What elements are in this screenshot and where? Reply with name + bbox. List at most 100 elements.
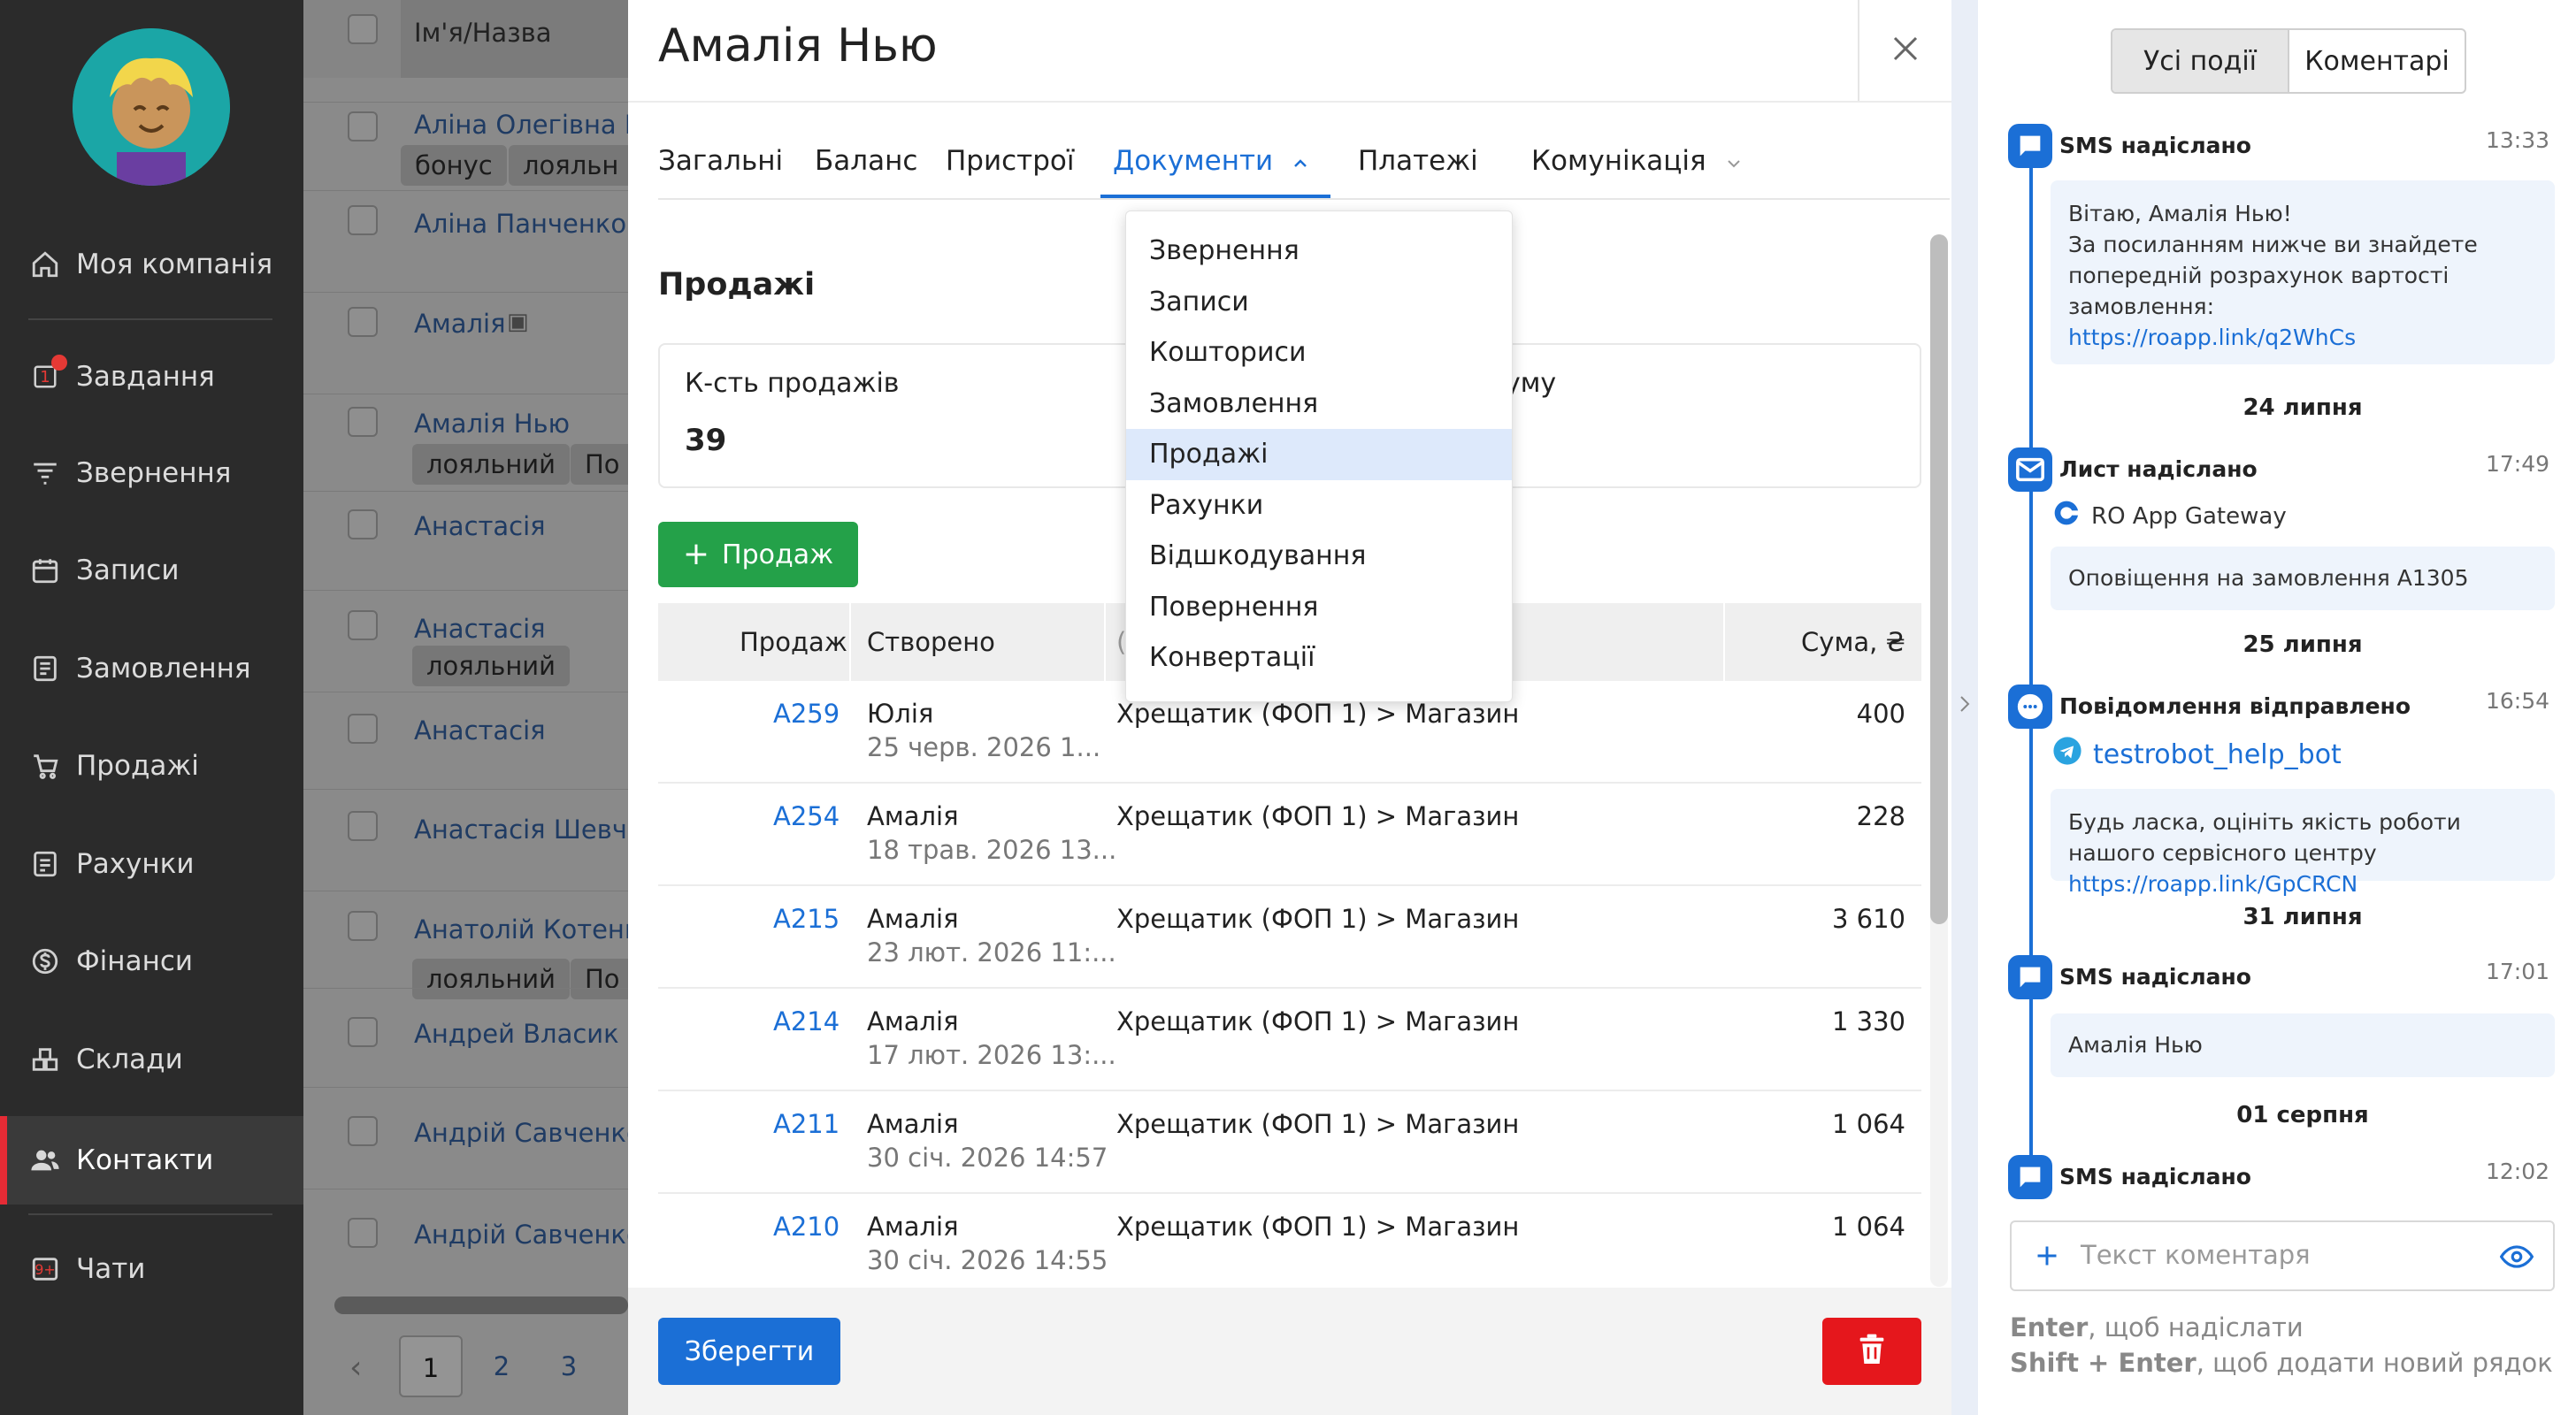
list-item[interactable]: Анастасія [303,692,628,789]
hint-send: Enter, щоб надіслати [2010,1312,2304,1342]
list-item[interactable]: Аліна Панченко [303,190,628,292]
sale-id-link[interactable]: A259 [773,699,840,729]
date-separator: 01 серпня [2236,1102,2369,1128]
chevron-up-icon [1292,145,1308,177]
list-item[interactable]: Анастасія Шевче [303,789,628,891]
sidebar-item-label: Замовлення [76,653,251,685]
tab-documents[interactable]: Документи [1113,145,1308,177]
sale-id-link[interactable]: A210 [773,1212,840,1242]
sale-sum: 3 610 [1831,904,1905,934]
list-item[interactable]: Аліна Олегівна П бонус лояльн [303,102,628,190]
sidebar-item-chats[interactable]: 9+ Чати [0,1229,303,1309]
sale-id-link[interactable]: A254 [773,801,840,831]
filter-all-events[interactable]: Усі події [2112,30,2289,92]
table-row[interactable]: A210 Амалія 30 січ. 2026 14:55 Хрещатик … [658,1194,1921,1296]
sidebar-item-orders[interactable]: Замовлення [0,629,303,708]
tab-balance[interactable]: Баланс [815,145,917,177]
dropdown-item-orders[interactable]: Замовлення [1126,379,1512,430]
event-title: SMS надіслано [2059,964,2251,990]
tab-general[interactable]: Загальні [658,145,783,177]
dropdown-item-returns[interactable]: Повернення [1126,582,1512,633]
table-row[interactable]: A215 Амалія 23 лют. 2026 11:... Хрещатик… [658,886,1921,989]
sale-id-link[interactable]: A214 [773,1006,840,1036]
dropdown-item-invoices[interactable]: Рахунки [1126,480,1512,532]
documents-dropdown: Звернення Записи Кошториси Замовлення Пр… [1125,210,1513,702]
table-row[interactable]: A211 Амалія 30 січ. 2026 14:57 Хрещатик … [658,1091,1921,1194]
user-avatar[interactable] [73,28,230,186]
sidebar-item-finance[interactable]: Фінанси [0,922,303,1001]
dropdown-item-sales[interactable]: Продажі [1126,429,1512,480]
sidebar-item-requests[interactable]: Звернення [0,433,303,513]
sidebar-item-label: Звернення [76,457,232,489]
pagination-page-2[interactable]: 2 [475,1335,528,1397]
chevron-down-icon [1726,145,1742,177]
column-header-created[interactable]: Створено [867,603,995,681]
chat-badge: 9+ [34,1260,56,1278]
briefcase-icon: ▣ [507,309,529,335]
divider [28,1213,272,1215]
dropdown-item-requests[interactable]: Звернення [1126,226,1512,277]
sidebar-item-warehouses[interactable]: Склади [0,1020,303,1099]
pagination-page-1[interactable]: 1 [399,1335,463,1397]
divider [28,318,272,320]
sidebar-item-appointments[interactable]: Записи [0,531,303,610]
add-sale-button[interactable]: + Продаж [658,522,858,587]
date-separator: 24 липня [2242,394,2363,421]
table-row[interactable]: A254 Амалія 18 трав. 2026 13... Хрещатик… [658,784,1921,886]
sidebar-item-sales[interactable]: Продажі [0,726,303,806]
list-item[interactable]: Анатолій Котенко лояльний По [303,891,628,999]
message-link[interactable]: https://roapp.link/GpCRCN [2068,871,2358,897]
column-header-sum[interactable]: Сума, ₴ [1801,603,1905,681]
event-message: Оповіщення на замовлення A1305 [2051,547,2555,610]
sale-id-link[interactable]: A211 [773,1109,840,1139]
chevron-left-icon[interactable]: ‹ [349,1350,362,1386]
chevron-right-icon[interactable] [1959,693,1971,718]
filter-comments[interactable]: Коментарі [2289,30,2465,92]
modal-footer: Зберегти [628,1288,1951,1415]
hint-newline: Shift + Enter, щоб додати новий рядок [2010,1348,2553,1378]
message-link[interactable]: https://roapp.link/q2WhCs [2068,325,2356,350]
created-date: 18 трав. 2026 13... [867,835,1117,865]
plus-icon: + [682,536,710,572]
panel-splitter[interactable] [1951,0,1978,1415]
tab-payments[interactable]: Платежі [1358,145,1478,177]
sidebar-item-invoices[interactable]: Рахунки [0,824,303,904]
sidebar-item-label: Продажі [76,750,199,782]
contacts-list-background: Ім'я/Назва Аліна Олегівна П бонус лояльн… [303,0,628,1415]
sidebar-item-company[interactable]: Моя компанія [0,225,303,304]
created-by: Амалія [867,1212,959,1242]
tab-communication[interactable]: Комунікація [1531,145,1742,177]
tab-devices[interactable]: Пристрої [946,145,1075,177]
list-item[interactable]: Андрей Власик [303,988,628,1087]
column-header-sale[interactable]: Продаж [740,603,847,681]
list-item[interactable]: Анастасія лояльний [303,590,628,692]
date-separator: 31 липня [2242,904,2363,930]
dropdown-item-appointments[interactable]: Записи [1126,277,1512,328]
bot-link[interactable]: testrobot_help_bot [2052,736,2342,773]
dropdown-item-refunds[interactable]: Відшкодування [1126,531,1512,582]
eye-icon[interactable] [2499,1240,2535,1275]
dropdown-item-estimates[interactable]: Кошториси [1126,327,1512,379]
save-button[interactable]: Зберегти [658,1318,840,1385]
comment-input[interactable]: Текст коментаря [2010,1220,2555,1291]
scrollbar-thumb[interactable] [1930,234,1948,924]
cart-icon [28,749,62,783]
list-item[interactable]: Амалія Нью лояльний По [303,394,628,491]
list-item[interactable]: Андрій Савченко [303,1189,628,1288]
sidebar-item-contacts[interactable]: Контакти [0,1116,303,1205]
vertical-scrollbar[interactable] [1930,234,1948,1287]
list-item[interactable]: Андрій Савченко [303,1087,628,1189]
plus-icon[interactable] [2029,1238,2065,1274]
close-button[interactable] [1858,0,1951,101]
created-by: Амалія [867,904,959,934]
list-item[interactable]: Анастасія [303,491,628,590]
dropdown-item-conversions[interactable]: Конвертації [1126,632,1512,684]
table-row[interactable]: A214 Амалія 17 лют. 2026 13:... Хрещатик… [658,989,1921,1091]
sale-id-link[interactable]: A215 [773,904,840,934]
list-item[interactable]: Амалія ▣ [303,292,628,394]
pagination-page-3[interactable]: 3 [542,1335,595,1397]
horizontal-scrollbar[interactable] [334,1296,628,1314]
sidebar-item-tasks[interactable]: 1 Завдання [0,337,303,417]
select-all-checkbox[interactable] [348,14,378,44]
delete-button[interactable] [1822,1318,1921,1385]
